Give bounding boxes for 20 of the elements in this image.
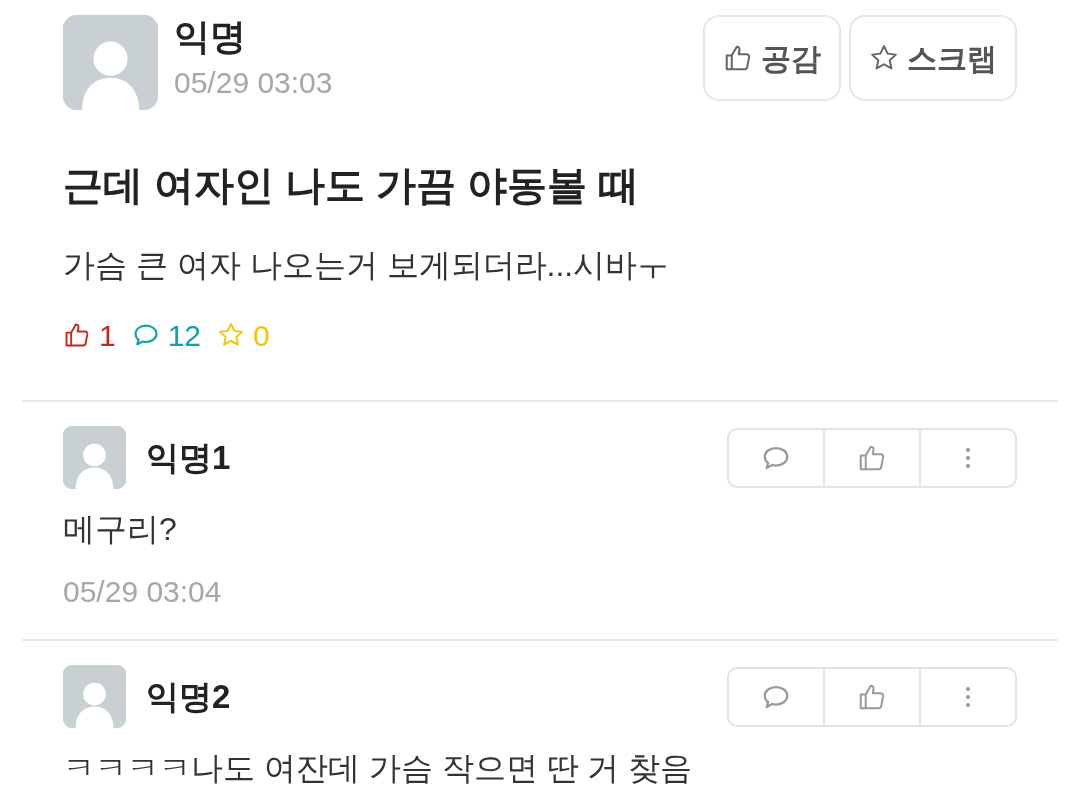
avatar-icon	[63, 426, 126, 489]
comment-time: 05/29 03:04	[63, 574, 223, 610]
star-icon	[217, 321, 246, 349]
comment-count: 12	[167, 317, 202, 354]
scrap-button[interactable]: 스크랩	[849, 15, 1017, 101]
author-name: 익명	[174, 15, 247, 59]
thumbs-up-icon	[723, 43, 753, 73]
thumbs-up-icon	[63, 321, 91, 349]
post-title: 근데 여자인 나도 가끔 야동볼 때	[63, 162, 640, 209]
comment-text: ㅋㅋㅋㅋ나도 여잔데 가슴 작으면 딴 거 찾음	[63, 749, 694, 788]
avatar-icon	[63, 665, 126, 728]
comment-text: 메구리?	[63, 510, 178, 549]
commenter-name: 익명1	[146, 438, 232, 478]
scrap-count: 0	[253, 317, 270, 354]
avatar-icon	[63, 15, 158, 110]
post-time: 05/29 03:03	[174, 65, 334, 101]
post-body: 가슴 큰 여자 나오는거 보게되더라...시바ㅜ	[63, 246, 671, 285]
like-count: 1	[99, 317, 116, 354]
commenter-name: 익명2	[146, 677, 232, 717]
like-button[interactable]: 공감	[703, 15, 841, 101]
